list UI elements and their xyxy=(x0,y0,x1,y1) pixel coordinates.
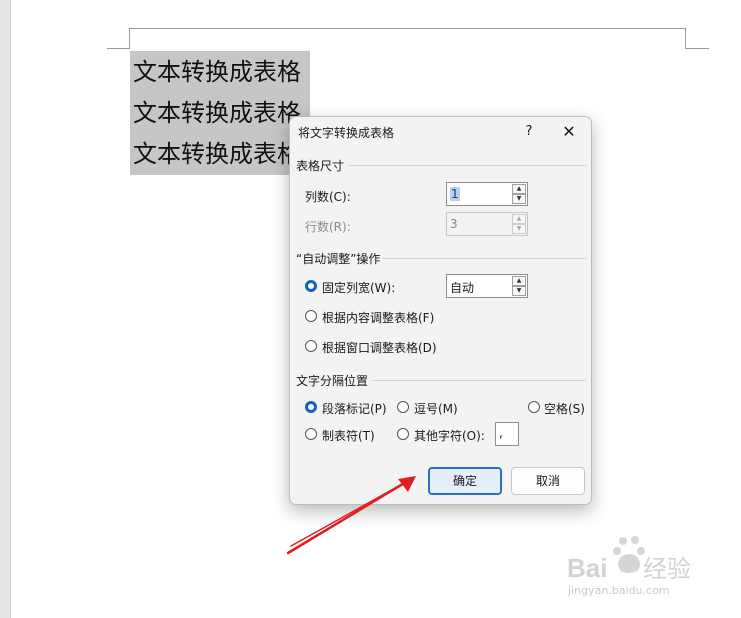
watermark-url: jingyan.baidu.com xyxy=(568,584,670,597)
svg-text:Bai: Bai xyxy=(567,553,607,583)
annotation-arrow-icon xyxy=(286,476,416,555)
baidu-jingyan-watermark-icon: Bai 经验 xyxy=(567,536,691,583)
svg-text:经验: 经验 xyxy=(643,555,691,583)
